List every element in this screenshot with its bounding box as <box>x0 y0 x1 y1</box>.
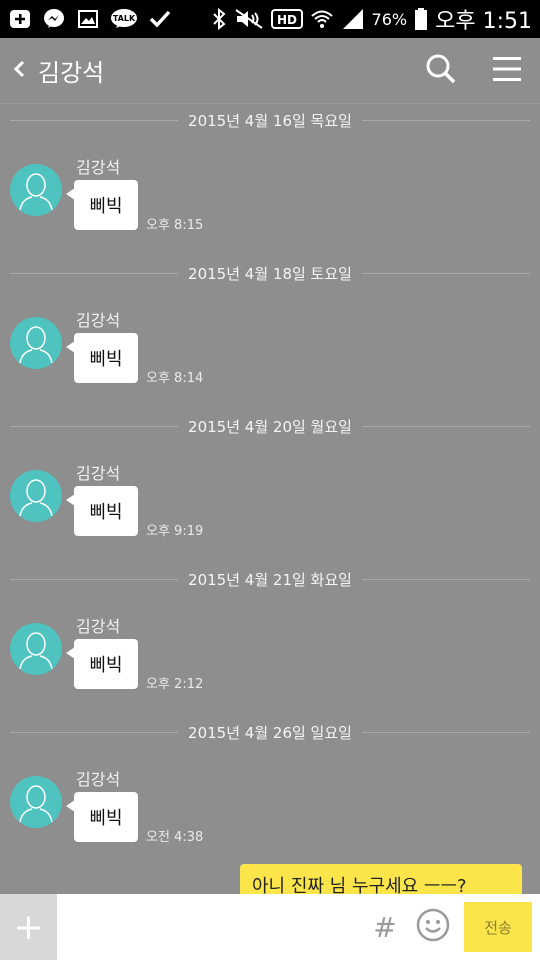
message-item: 김강석 삐빅 오후 8:14 <box>10 307 310 407</box>
bluetooth-icon <box>211 7 227 31</box>
message-time: 오전 4:38 <box>146 830 204 845</box>
message-item: 김강석 삐빅 오후 2:12 <box>10 613 310 713</box>
avatar[interactable] <box>10 623 62 675</box>
message-time: 오후 8:14 <box>146 371 204 386</box>
check-icon <box>148 7 172 31</box>
image-icon <box>76 7 100 31</box>
back-icon <box>12 59 26 83</box>
avatar[interactable] <box>10 776 62 828</box>
sender-name: 김강석 <box>76 770 121 789</box>
chat-messages[interactable]: 2015년 4월 16일 목요일 김강석 삐빅 오후 8:15 2015년 4월… <box>0 104 540 894</box>
message-input[interactable] <box>57 894 362 960</box>
sender-name: 김강석 <box>76 311 121 330</box>
date-label: 2015년 4월 20일 월요일 <box>188 417 352 436</box>
menu-icon <box>492 56 522 86</box>
message-item: 김강석 삐빅 오후 8:15 <box>10 154 310 254</box>
attach-button[interactable]: + <box>0 894 57 960</box>
date-label: 2015년 4월 18일 토요일 <box>188 264 352 283</box>
svg-text:TALK: TALK <box>113 14 136 23</box>
date-separator: 2015년 4월 16일 목요일 <box>10 105 531 135</box>
hd-icon: HD <box>270 7 303 31</box>
clock: 오후 1:51 <box>435 9 532 34</box>
messenger-icon <box>42 7 66 31</box>
message-bubble[interactable]: 삐빅 <box>66 486 138 536</box>
battery-percent: 76% <box>371 9 408 29</box>
avatar[interactable] <box>10 470 62 522</box>
message-time: 오후 9:19 <box>146 524 204 539</box>
avatar[interactable] <box>10 164 62 216</box>
date-separator: 2015년 4월 26일 일요일 <box>10 717 531 747</box>
message-bubble[interactable]: 삐빅 <box>66 792 138 842</box>
status-bar: TALK HD 76% 오후 1:51 <box>0 0 540 38</box>
date-separator: 2015년 4월 20일 월요일 <box>10 411 531 441</box>
message-time: 오후 8:15 <box>146 218 204 233</box>
battery-icon <box>414 7 428 31</box>
sender-name: 김강석 <box>76 464 121 483</box>
send-button[interactable]: 전송 <box>464 902 532 952</box>
mute-icon <box>234 7 264 31</box>
status-bar-left: TALK <box>8 7 172 31</box>
message-bubble[interactable]: 삐빅 <box>66 333 138 383</box>
message-bubble[interactable]: 삐빅 <box>66 180 138 230</box>
chat-header: 김강석 <box>0 38 540 104</box>
date-label: 2015년 4월 16일 목요일 <box>188 111 352 130</box>
date-label: 2015년 4월 26일 일요일 <box>188 723 352 742</box>
add-notification-icon <box>8 7 32 31</box>
sender-name: 김강석 <box>76 617 121 636</box>
message-item: 김강석 삐빅 오후 9:19 <box>10 460 310 560</box>
date-separator: 2015년 4월 21일 화요일 <box>10 564 531 594</box>
back-button[interactable] <box>4 38 34 104</box>
avatar[interactable] <box>10 317 62 369</box>
emoticon-icon <box>416 908 450 946</box>
status-bar-right: HD 76% 오후 1:51 <box>211 3 532 35</box>
input-bar: + # 전송 <box>0 894 540 960</box>
search-icon <box>425 53 457 89</box>
date-separator: 2015년 4월 18일 토요일 <box>10 258 531 288</box>
wifi-icon <box>310 7 334 31</box>
emoticon-button[interactable] <box>408 894 458 960</box>
chat-title: 김강석 <box>38 59 105 87</box>
svg-text:HD: HD <box>277 13 297 27</box>
date-label: 2015년 4월 21일 화요일 <box>188 570 352 589</box>
message-bubble[interactable]: 삐빅 <box>66 639 138 689</box>
sender-name: 김강석 <box>76 158 121 177</box>
message-time: 오후 2:12 <box>146 677 204 692</box>
menu-button[interactable] <box>474 38 540 104</box>
message-item: 김강석 삐빅 오전 4:38 <box>10 766 310 866</box>
signal-icon <box>341 7 365 31</box>
hashtag-button[interactable]: # <box>362 894 408 960</box>
search-button[interactable] <box>408 38 474 104</box>
talk-icon: TALK <box>110 7 138 31</box>
